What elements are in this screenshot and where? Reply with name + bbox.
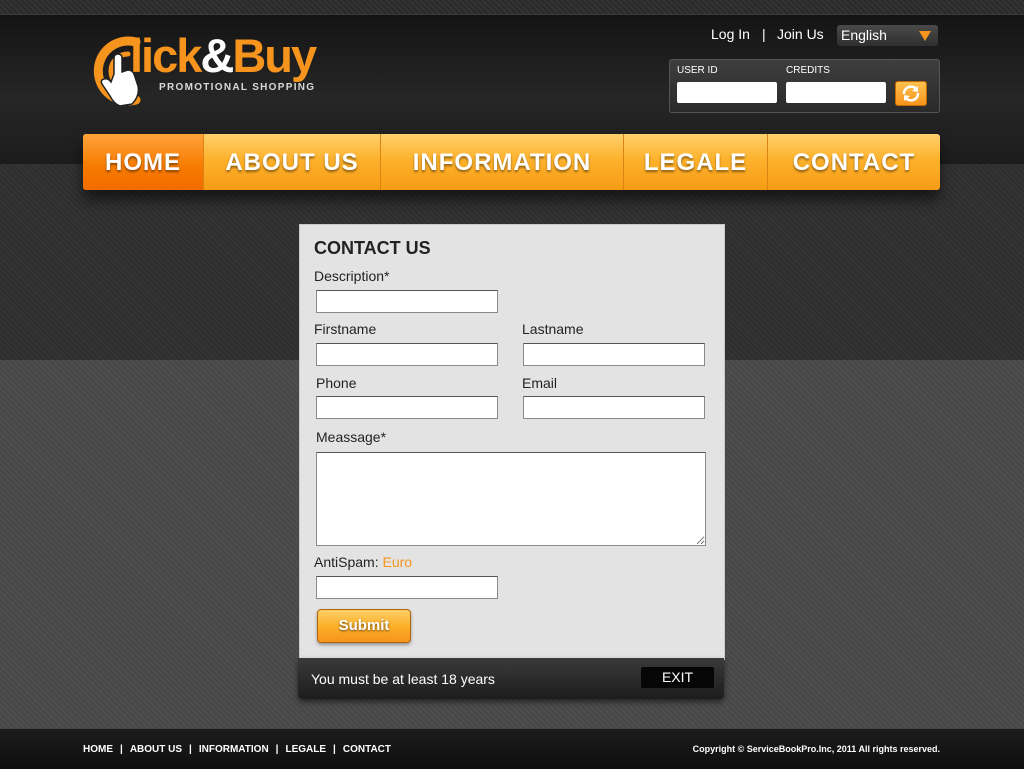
exit-button[interactable]: EXIT [641, 667, 714, 688]
antispam-label: AntiSpam: [314, 554, 379, 570]
nav-home[interactable]: HOME [83, 134, 204, 190]
description-label: Description* [314, 268, 390, 284]
logo-wordmark: lick&Buy [130, 28, 317, 83]
site-logo[interactable]: lick&Buy PROMOTIONAL SHOPPING [84, 29, 334, 114]
firstname-field[interactable] [316, 343, 498, 366]
submit-button[interactable]: Submit [317, 609, 411, 643]
footer-link-legale[interactable]: LEGALE [285, 744, 326, 755]
join-link[interactable]: Join Us [777, 26, 824, 42]
phone-field[interactable] [316, 396, 498, 419]
antispam-label-row: AntiSpam: Euro [314, 554, 412, 570]
login-link[interactable]: Log In [711, 26, 750, 42]
copyright-text: Copyright © ServiceBookPro.Inc, 2011 All… [692, 744, 940, 754]
credits-label: CREDITS [786, 65, 830, 76]
age-notice: You must be at least 18 years [311, 671, 495, 687]
contact-panel: CONTACT US Description* Firstname Lastna… [299, 224, 725, 660]
user-id-input[interactable] [677, 82, 777, 103]
user-id-label: USER ID [677, 65, 718, 76]
lastname-label: Lastname [522, 321, 584, 337]
site-footer: HOME | ABOUT US | INFORMATION | LEGALE | CONTACT… [0, 728, 1024, 769]
footer-separator: | [333, 744, 336, 755]
logo-tagline: PROMOTIONAL SHOPPING [159, 82, 316, 93]
refresh-icon [902, 85, 920, 102]
credits-input[interactable] [786, 82, 886, 103]
footer-link-about-us[interactable]: ABOUT US [130, 744, 182, 755]
footer-separator: | [275, 744, 279, 755]
message-label: Meassage* [316, 429, 387, 445]
nav-about-us[interactable]: ABOUT US [204, 134, 381, 190]
refresh-button[interactable] [895, 81, 927, 106]
footer-link-information[interactable]: INFORMATION [199, 744, 269, 755]
login-box: USER ID CREDITS [669, 59, 940, 113]
nav-contact[interactable]: CONTACT [768, 134, 940, 190]
panel-footer: You must be at least 18 years EXIT [298, 658, 724, 699]
email-label: Email [522, 375, 558, 391]
footer-separator: | [189, 744, 192, 755]
language-value: English [841, 27, 887, 43]
antispam-hint: Euro [382, 554, 413, 570]
logo-ampersand: & [200, 29, 234, 82]
footer-link-home[interactable]: HOME [83, 744, 113, 755]
language-select[interactable]: English [837, 25, 938, 46]
email-field[interactable] [523, 396, 705, 419]
link-separator: | [762, 26, 766, 42]
footer-nav: HOME | ABOUT US | INFORMATION | LEGALE | CONTACT [83, 744, 391, 755]
logo-word-a: lick [130, 29, 202, 82]
footer-separator: | [120, 744, 123, 755]
logo-word-b: Buy [232, 29, 317, 82]
dropdown-arrow-icon [919, 31, 931, 41]
phone-label: Phone [316, 375, 357, 391]
nav-information[interactable]: INFORMATION [381, 134, 624, 190]
lastname-field[interactable] [523, 343, 705, 366]
antispam-field[interactable] [316, 576, 498, 599]
main-nav: HOME ABOUT US INFORMATION LEGALE CONTACT [83, 134, 940, 190]
firstname-label: Firstname [314, 321, 377, 337]
footer-link-contact[interactable]: CONTACT [343, 744, 391, 755]
top-stripe [0, 0, 1024, 14]
message-field[interactable] [316, 452, 706, 546]
description-field[interactable] [316, 290, 498, 313]
page-title: CONTACT US [314, 238, 431, 258]
nav-legale[interactable]: LEGALE [624, 134, 768, 190]
